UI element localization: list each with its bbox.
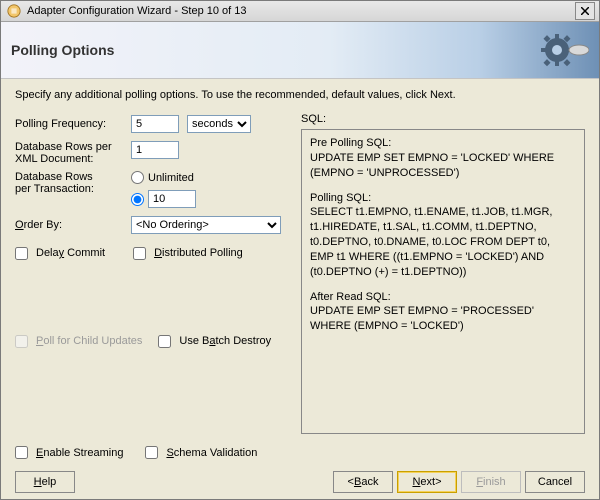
distributed-polling-checkbox[interactable] [133,247,146,260]
back-button[interactable]: < Back [333,471,393,493]
app-icon [7,4,21,18]
polling-frequency-unit-select[interactable]: seconds [187,115,251,133]
options-pane: Polling Frequency: seconds Database Rows… [15,113,285,434]
polling-sql-label: Polling SQL: [310,192,371,204]
rows-per-xml-label: Database Rows per XML Document: [15,141,123,165]
schema-validation-checkbox-row: Schema Validation [145,446,257,459]
delay-commit-checkbox[interactable] [15,247,28,260]
sql-pane: SQL: Pre Polling SQL: UPDATE EMP SET EMP… [301,113,585,434]
page-title: Polling Options [11,42,114,58]
order-by-select[interactable]: <No Ordering> [131,216,281,234]
after-read-sql-label: After Read SQL: [310,291,391,303]
help-button[interactable]: Help [15,471,75,493]
schema-validation-checkbox[interactable] [145,446,158,459]
titlebar: Adapter Configuration Wizard - Step 10 o… [1,1,599,22]
batch-destroy-checkbox-row: Use Batch Destroy [158,335,271,348]
pre-polling-sql-label: Pre Polling SQL: [310,137,391,149]
unlimited-radio[interactable] [131,171,144,184]
order-by-label: Order By: [15,219,123,231]
distributed-polling-label: Distributed Polling [154,247,243,259]
cancel-button[interactable]: Cancel [525,471,585,493]
enable-streaming-checkbox[interactable] [15,446,28,459]
close-button[interactable] [575,2,595,20]
enable-streaming-label: Enable Streaming [36,447,123,459]
rows-per-xml-input[interactable] [131,141,179,159]
polling-sql-text: SELECT t1.EMPNO, t1.ENAME, t1.JOB, t1.MG… [310,206,552,277]
close-icon [581,7,589,15]
gear-icon [541,30,589,70]
distributed-polling-checkbox-row: Distributed Polling [133,247,243,260]
tx-count-radio[interactable] [131,193,144,206]
banner: Polling Options [1,22,599,79]
delay-commit-checkbox-row: Delay Commit [15,247,105,260]
two-columns: Polling Frequency: seconds Database Rows… [15,113,585,434]
unlimited-label: Unlimited [148,172,194,184]
sql-preview-box: Pre Polling SQL: UPDATE EMP SET EMPNO = … [301,129,585,434]
batch-destroy-checkbox[interactable] [158,335,171,348]
finish-button: Finish [461,471,521,493]
after-read-sql-text: UPDATE EMP SET EMPNO = 'PROCESSED' WHERE… [310,305,534,332]
button-bar: Help < Back Next > Finish Cancel [15,465,585,493]
rows-per-tx-label: Database Rows per Transaction: [15,171,123,195]
schema-validation-label: Schema Validation [166,447,257,459]
intro-text: Specify any additional polling options. … [15,89,585,101]
bottom-options-row: Enable Streaming Schema Validation [15,440,585,459]
content-area: Specify any additional polling options. … [1,79,599,499]
wizard-window: Adapter Configuration Wizard - Step 10 o… [0,0,600,500]
poll-child-updates-checkbox [15,335,28,348]
poll-child-updates-label: Poll for Child Updates [36,335,142,347]
tx-count-input[interactable] [148,190,196,208]
enable-streaming-checkbox-row: Enable Streaming [15,446,123,459]
next-button[interactable]: Next > [397,471,457,493]
polling-frequency-input[interactable] [131,115,179,133]
batch-destroy-label: Use Batch Destroy [179,335,271,347]
poll-child-updates-checkbox-row: Poll for Child Updates [15,335,142,348]
window-title: Adapter Configuration Wizard - Step 10 o… [27,5,575,17]
pre-polling-sql-text: UPDATE EMP SET EMPNO = 'LOCKED' WHERE (E… [310,152,554,179]
delay-commit-label: Delay Commit [36,247,105,259]
sql-label: SQL: [301,113,585,125]
polling-frequency-label: Polling Frequency: [15,118,123,130]
